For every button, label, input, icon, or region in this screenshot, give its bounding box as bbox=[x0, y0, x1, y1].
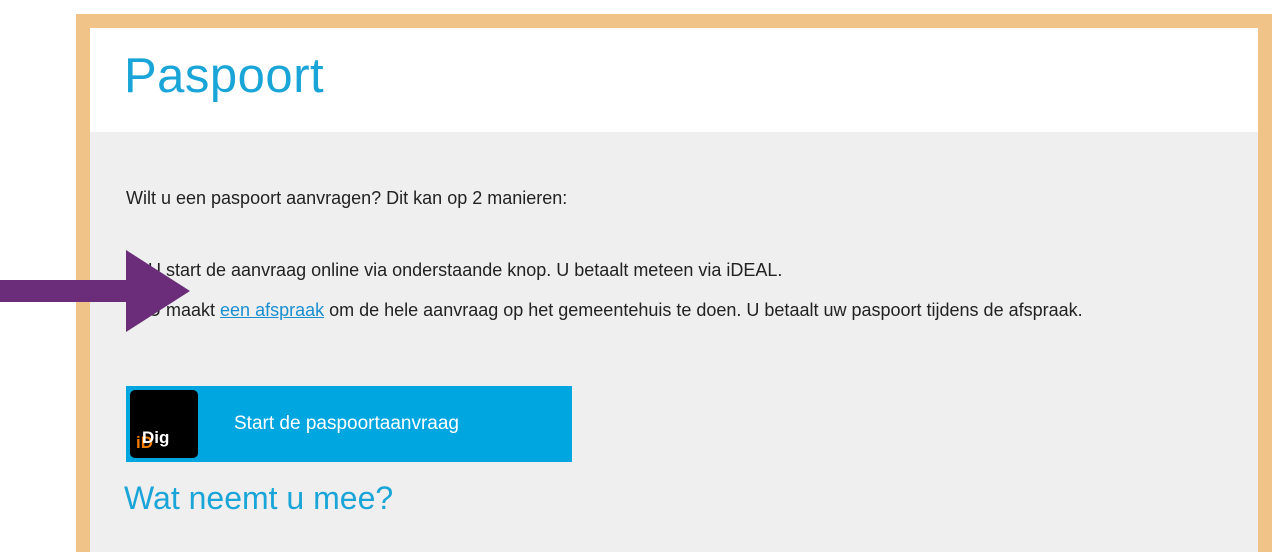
digid-logo: Dig iD bbox=[130, 390, 198, 458]
section-heading: Wat neemt u mee? bbox=[124, 480, 394, 516]
list-item: › U start de aanvraag online via onderst… bbox=[126, 250, 1236, 290]
list-item: U maakt een afspraak om de hele aanvraag… bbox=[126, 290, 1236, 330]
start-passport-application-button[interactable]: Dig iD Start de paspoortaanvraag bbox=[126, 386, 572, 462]
card-header: Paspoort bbox=[90, 28, 1258, 132]
option-appointment-suffix: om de hele aanvraag op het gemeentehuis … bbox=[324, 300, 1083, 320]
content-card: Paspoort Wilt u een paspoort aanvragen? … bbox=[90, 28, 1258, 552]
arrow-right-icon bbox=[0, 250, 190, 332]
button-label: Start de paspoortaanvraag bbox=[234, 413, 459, 434]
options-list: › U start de aanvraag online via onderst… bbox=[126, 250, 1236, 330]
digid-logo-text: Dig iD bbox=[136, 428, 170, 452]
